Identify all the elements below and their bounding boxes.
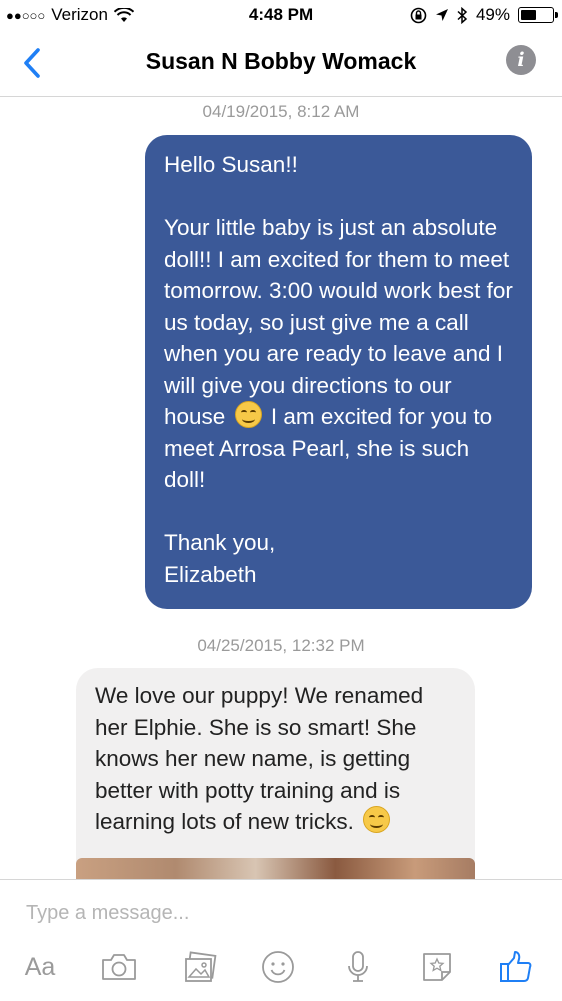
bluetooth-icon — [457, 6, 468, 24]
battery-icon — [518, 7, 558, 23]
incoming-photo-attachment[interactable] — [76, 858, 475, 880]
incoming-message-bubble[interactable]: We love our puppy! We renamed her Elphie… — [76, 668, 475, 888]
status-right: 49% — [410, 5, 558, 25]
rotation-lock-icon — [410, 7, 427, 23]
emoji-icon — [262, 951, 294, 983]
message-body: Your little baby is just an absolute dol… — [164, 212, 514, 496]
battery-level — [521, 10, 536, 20]
text-format-icon: Aa — [24, 952, 56, 981]
photo-gallery-button[interactable] — [176, 945, 224, 989]
text-format-button[interactable]: Aa — [16, 945, 64, 989]
microphone-button[interactable] — [334, 945, 382, 989]
emoji-button[interactable] — [254, 945, 302, 989]
microphone-icon — [348, 951, 368, 982]
info-icon: i — [517, 49, 525, 71]
message-greeting: Hello Susan!! — [164, 152, 298, 177]
conversation-title: Susan N Bobby Womack — [145, 48, 417, 74]
battery-percent: 49% — [475, 5, 510, 24]
sticker-icon — [423, 953, 451, 981]
message-timestamp: 04/19/2015, 8:12 AM — [202, 102, 360, 121]
composer-toolbar: Aa — [0, 945, 562, 989]
camera-icon — [102, 954, 136, 980]
smiling-emoji-icon — [363, 806, 391, 833]
like-button[interactable] — [492, 945, 540, 989]
message-composer: Aa — [0, 879, 562, 1001]
sign-off-line-1: Thank you, — [164, 530, 276, 555]
location-arrow-icon — [435, 9, 448, 21]
outgoing-message-bubble[interactable]: Hello Susan!! Your little baby is just a… — [145, 135, 532, 609]
message-timestamp: 04/25/2015, 12:32 PM — [197, 636, 365, 655]
camera-button[interactable] — [95, 945, 143, 989]
message-body-part-1: Your little baby is just an absolute dol… — [164, 215, 513, 429]
smiling-emoji-icon — [234, 401, 262, 428]
info-button[interactable]: i — [506, 45, 536, 75]
sticker-button[interactable] — [413, 945, 461, 989]
conversation-header: Susan N Bobby Womack i — [0, 30, 562, 97]
status-bar: ●●○○○ Verizon 4:48 PM 49% — [0, 0, 562, 30]
message-sign-off: Thank you, Elizabeth — [164, 527, 514, 590]
message-input[interactable] — [24, 900, 528, 926]
like-thumb-icon — [500, 951, 532, 982]
sign-off-line-2: Elizabeth — [164, 561, 257, 587]
photo-gallery-icon — [185, 951, 217, 982]
